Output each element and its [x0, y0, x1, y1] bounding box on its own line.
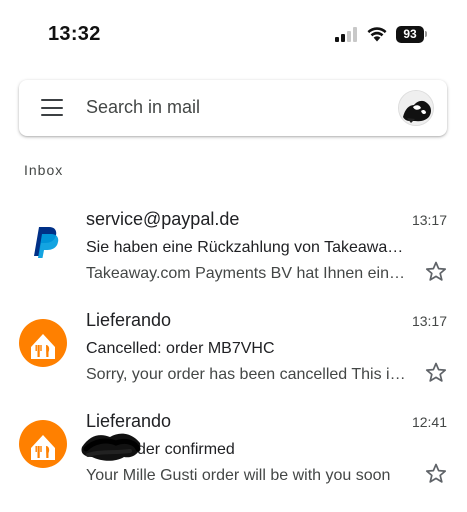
search-input[interactable]: Search in mail: [86, 97, 200, 118]
email-subject: Sie haben eine Rückzahlung von Takeaway.…: [86, 239, 410, 256]
email-row[interactable]: Lieferando 13:17 Cancelled: order MB7VHC…: [0, 309, 467, 409]
email-row[interactable]: Lieferando 12:41 Your order confirmed Yo…: [0, 410, 467, 510]
star-icon[interactable]: [424, 462, 448, 486]
wifi-icon: [367, 27, 387, 42]
email-snippet: Your Mille Gusti order will be with you …: [86, 467, 391, 484]
email-time: 13:17: [411, 212, 447, 228]
email-subject: Cancelled: order MB7VHC: [86, 340, 275, 357]
lieferando-logo-icon: [19, 420, 67, 468]
signal-icon: [335, 27, 359, 42]
email-time: 13:17: [411, 313, 447, 329]
battery-icon: 93: [396, 26, 424, 43]
status-bar: 13:32 93: [0, 0, 467, 70]
status-time: 13:32: [48, 23, 101, 45]
menu-icon[interactable]: [41, 99, 63, 117]
star-icon[interactable]: [424, 260, 448, 284]
battery-tip: [425, 31, 427, 37]
avatar-image: [399, 91, 433, 125]
search-bar[interactable]: Search in mail: [19, 80, 447, 136]
email-row[interactable]: service@paypal.de 13:17 Sie haben eine R…: [0, 208, 467, 308]
lieferando-logo-icon: [19, 319, 67, 367]
email-snippet: Sorry, your order has been cancelled Thi…: [86, 366, 410, 383]
paypal-logo-icon: [19, 218, 67, 266]
email-snippet: Takeaway.com Payments BV hat Ihnen eine …: [86, 265, 410, 282]
section-label-inbox: Inbox: [24, 162, 64, 178]
star-icon[interactable]: [424, 361, 448, 385]
email-sender: service@paypal.de: [86, 209, 240, 229]
redaction-scribble: [81, 433, 141, 461]
email-sender: Lieferando: [86, 310, 172, 330]
account-avatar[interactable]: [398, 90, 434, 126]
email-time: 12:41: [411, 414, 447, 430]
